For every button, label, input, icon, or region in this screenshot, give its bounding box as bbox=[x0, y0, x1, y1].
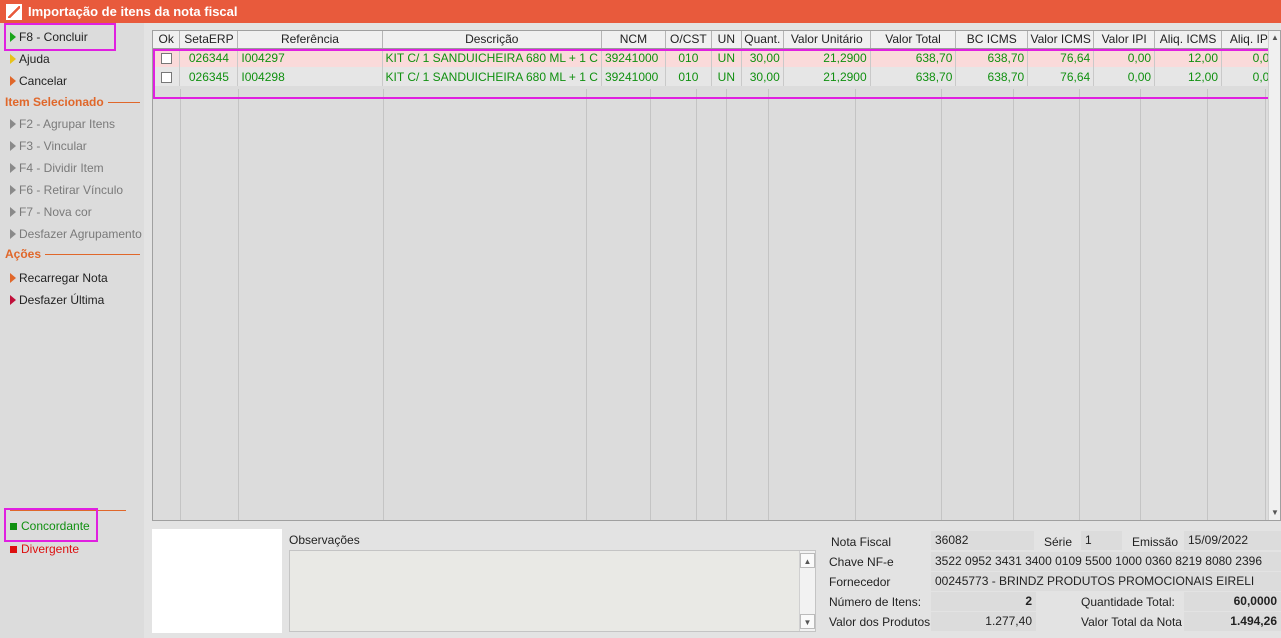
col-referencia[interactable]: Referência bbox=[237, 31, 383, 49]
highlight-rows bbox=[153, 49, 1275, 99]
fornecedor-value: 00245773 - BRINDZ PRODUTOS PROMOCIONAIS … bbox=[931, 572, 1281, 591]
play-arrow-icon bbox=[10, 295, 16, 305]
valor-total-label: Valor Total da Nota bbox=[1081, 615, 1182, 629]
col-un[interactable]: UN bbox=[711, 31, 742, 49]
green-square-icon bbox=[10, 522, 17, 530]
col-valor-unitario[interactable]: Valor Unitário bbox=[783, 31, 871, 49]
valor-produtos-label: Valor dos Produtos bbox=[829, 615, 931, 629]
desfazer-ultima-button[interactable]: Desfazer Última bbox=[10, 291, 104, 309]
col-setaerp[interactable]: SetaERP bbox=[179, 31, 239, 49]
preview-box bbox=[152, 529, 282, 633]
qtd-total-value: 60,0000 bbox=[1184, 592, 1281, 611]
emissao-label: Emissão bbox=[1132, 535, 1179, 549]
col-valor-ipi[interactable]: Valor IPI bbox=[1093, 31, 1156, 49]
col-ok[interactable]: Ok bbox=[153, 31, 181, 49]
cancelar-button[interactable]: Cancelar bbox=[10, 72, 67, 90]
play-arrow-icon bbox=[10, 207, 16, 217]
vincular-button[interactable]: F3 - Vincular bbox=[10, 137, 87, 155]
col-ocst[interactable]: O/CST bbox=[665, 31, 712, 49]
emissao-value: 15/09/2022 bbox=[1184, 531, 1281, 550]
play-arrow-icon bbox=[10, 54, 16, 64]
play-arrow-icon bbox=[10, 119, 16, 129]
desfazer-agrupamento-button[interactable]: Desfazer Agrupamento bbox=[10, 225, 142, 243]
nota-fiscal-value: 36082 bbox=[931, 531, 1034, 550]
retirar-vinculo-button[interactable]: F6 - Retirar Vínculo bbox=[10, 181, 123, 199]
ajuda-button[interactable]: Ajuda bbox=[10, 50, 50, 68]
col-valor-icms[interactable]: Valor ICMS bbox=[1027, 31, 1095, 49]
observacoes-textarea[interactable]: ▲ ▼ bbox=[289, 550, 816, 632]
play-arrow-icon bbox=[10, 32, 16, 42]
legend-divergente: Divergente bbox=[10, 542, 79, 556]
red-square-icon bbox=[10, 545, 17, 553]
num-itens-label: Número de Itens: bbox=[829, 595, 922, 609]
app-logo-icon bbox=[6, 3, 22, 20]
play-arrow-icon bbox=[10, 141, 16, 151]
nota-fiscal-label: Nota Fiscal bbox=[831, 535, 892, 549]
chave-value: 3522 0952 3431 3400 0109 5500 1000 0360 … bbox=[931, 552, 1281, 571]
title-bar: Importação de itens da nota fiscal bbox=[0, 0, 1281, 23]
num-itens-value: 2 bbox=[931, 592, 1036, 611]
serie-label: Série bbox=[1044, 535, 1073, 549]
window-title: Importação de itens da nota fiscal bbox=[28, 4, 238, 19]
observacoes-scrollbar[interactable]: ▲ ▼ bbox=[799, 551, 815, 631]
col-aliq-icms[interactable]: Aliq. ICMS bbox=[1154, 31, 1223, 49]
play-arrow-icon bbox=[10, 273, 16, 283]
col-valor-total[interactable]: Valor Total bbox=[870, 31, 957, 49]
concluir-button[interactable]: F8 - Concluir bbox=[10, 28, 88, 46]
legend-concordante: Concordante bbox=[10, 519, 90, 533]
dividir-item-button[interactable]: F4 - Dividir Item bbox=[10, 159, 104, 177]
items-grid[interactable]: Ok SetaERP Referência Descrição NCM O/CS… bbox=[152, 30, 1281, 521]
play-arrow-icon bbox=[10, 163, 16, 173]
scroll-up-icon[interactable]: ▲ bbox=[1269, 31, 1281, 45]
valor-produtos-value: 1.277,40 bbox=[931, 612, 1036, 631]
recarregar-nota-button[interactable]: Recarregar Nota bbox=[10, 269, 108, 287]
section-acoes: Ações bbox=[5, 247, 140, 261]
col-bc-icms[interactable]: BC ICMS bbox=[955, 31, 1029, 49]
chave-label: Chave NF-e bbox=[829, 555, 894, 569]
col-descricao[interactable]: Descrição bbox=[382, 31, 602, 49]
scroll-down-icon[interactable]: ▼ bbox=[1269, 506, 1281, 520]
section-item-selecionado: Item Selecionado bbox=[5, 95, 140, 109]
agrupar-itens-button[interactable]: F2 - Agrupar Itens bbox=[10, 115, 115, 133]
serie-value: 1 bbox=[1081, 531, 1122, 550]
play-arrow-icon bbox=[10, 76, 16, 86]
sidebar: F8 - Concluir Ajuda Cancelar Item Seleci… bbox=[0, 23, 144, 638]
observacoes-label: Observações bbox=[289, 533, 360, 547]
scroll-up-icon[interactable]: ▲ bbox=[800, 553, 815, 568]
play-arrow-icon bbox=[10, 229, 16, 239]
col-ncm[interactable]: NCM bbox=[601, 31, 666, 49]
col-quant[interactable]: Quant. bbox=[741, 31, 784, 49]
fornecedor-label: Fornecedor bbox=[829, 575, 891, 589]
grid-vertical-scrollbar[interactable]: ▲ ▼ bbox=[1268, 31, 1280, 520]
scroll-down-icon[interactable]: ▼ bbox=[800, 614, 815, 629]
qtd-total-label: Quantidade Total: bbox=[1081, 595, 1175, 609]
play-arrow-icon bbox=[10, 185, 16, 195]
nova-cor-button[interactable]: F7 - Nova cor bbox=[10, 203, 92, 221]
grid-header: Ok SetaERP Referência Descrição NCM O/CS… bbox=[153, 31, 1280, 49]
valor-total-value: 1.494,26 bbox=[1184, 612, 1281, 631]
